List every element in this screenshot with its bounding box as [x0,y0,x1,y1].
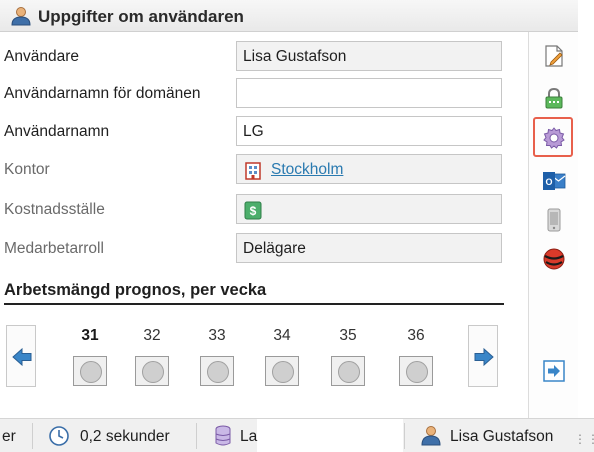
resize-grip[interactable]: ⋮⋮ [574,432,594,446]
week-forecast: 31 32 33 34 35 36 [0,317,514,397]
week-33: 33 [195,327,239,386]
side-toolbar: O [528,32,578,418]
database-fragment: La [240,428,258,445]
edit-document-icon [545,45,563,67]
edit-document-button[interactable] [538,40,568,70]
row-role: Medarbetarroll Delägare [0,232,510,266]
settings-gear-icon [543,127,565,149]
panel-title: Uppgifter om användaren [38,7,244,26]
user-label: Användare [4,48,79,65]
status-bar: er 0,2 sekunder La Lisa Gustafson ⋮⋮ [0,418,594,452]
status-fragment-left: er [2,428,16,445]
next-week-button[interactable] [468,325,498,387]
week-34: 34 [260,327,304,386]
week-status-indicator[interactable] [200,356,234,386]
row-user: Användare Lisa Gustafson [0,40,510,74]
username-label: Användarnamn [4,123,110,140]
week-35: 35 [326,327,370,386]
previous-week-button[interactable] [6,325,36,387]
week-number: 34 [273,327,291,344]
role-field: Delägare [236,233,502,263]
user-details-panel: Uppgifter om användaren Användare Lisa G… [0,0,578,418]
domain-username-field[interactable] [236,78,502,108]
mobile-phone-icon [547,208,561,232]
office-label: Kontor [4,161,50,178]
week-number: 33 [208,327,226,344]
week-number: 32 [143,327,161,344]
clock-icon [48,425,70,452]
mobile-phone-button[interactable] [538,204,568,234]
outlook-button[interactable]: O [538,165,568,195]
domain-username-label: Användarnamn för domänen [4,85,201,102]
settings-button[interactable] [533,117,573,157]
svg-text:O: O [545,177,552,187]
lock-icon [545,87,563,109]
week-status-indicator[interactable] [135,356,169,386]
week-status-indicator[interactable] [399,356,433,386]
office-building-icon [243,160,263,180]
database-icon [214,425,232,452]
row-office: Kontor Stockholm [0,153,510,187]
row-cost-center: Kostnadsställe $ [0,193,510,227]
office-link[interactable]: Stockholm [271,161,343,179]
ball-icon [543,248,565,270]
forecast-title: Arbetsmängd prognos, per vecka [4,281,267,299]
exit-button[interactable] [538,355,568,385]
response-time: 0,2 sekunder [80,428,170,445]
user-icon [420,424,442,451]
week-status-indicator[interactable] [265,356,299,386]
money-icon: $ [243,200,263,220]
user-field[interactable]: Lisa Gustafson [236,41,502,71]
cost-center-label: Kostnadsställe [4,201,105,218]
week-32: 32 [130,327,174,386]
svg-text:$: $ [250,204,257,218]
user-icon [10,6,32,26]
arrow-right-icon [474,347,494,367]
week-31: 31 [68,327,112,386]
week-number: 36 [407,327,425,344]
week-status-indicator[interactable] [73,356,107,386]
week-status-indicator[interactable] [331,356,365,386]
username-field[interactable]: LG [236,116,502,146]
cost-center-field: $ [236,194,502,224]
row-domain-username: Användarnamn för domänen [0,77,510,111]
week-number: 31 [81,327,99,344]
exit-arrow-icon [543,360,565,382]
office-field: Stockholm [236,154,502,184]
panel-header: Uppgifter om användaren [0,0,578,32]
week-36: 36 [394,327,438,386]
role-label: Medarbetarroll [4,240,104,257]
status-user-name: Lisa Gustafson [450,428,554,445]
week-number: 35 [339,327,357,344]
lock-button[interactable] [538,82,568,112]
row-username: Användarnamn LG [0,115,510,149]
ball-button[interactable] [538,243,568,273]
forecast-divider [4,303,504,305]
outlook-icon: O [543,172,566,190]
arrow-left-icon [12,347,32,367]
